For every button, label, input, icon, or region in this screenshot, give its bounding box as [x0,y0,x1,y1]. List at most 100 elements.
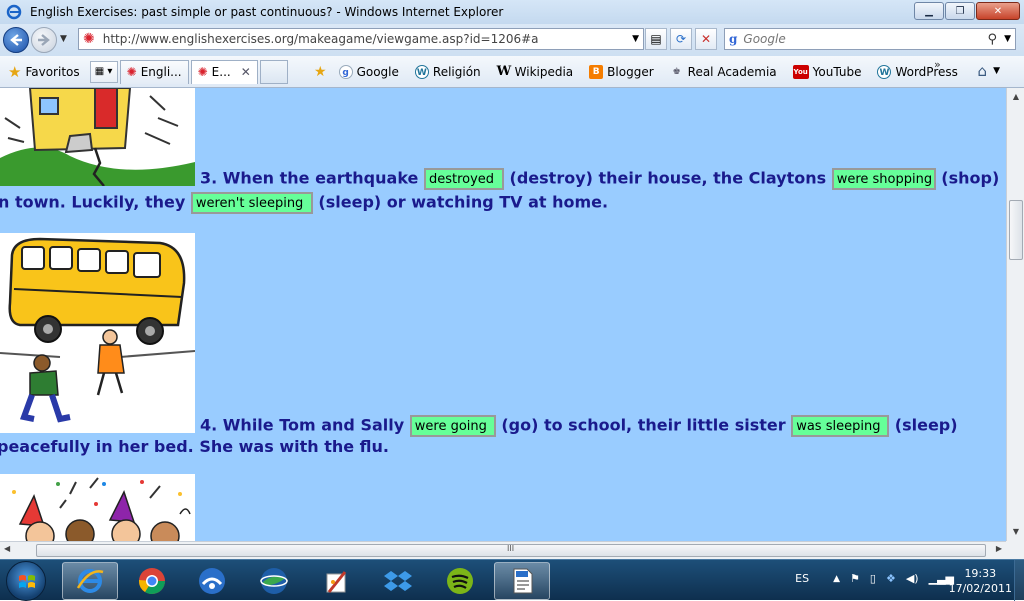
back-button[interactable] [3,27,29,53]
tab-engli[interactable]: ✺ Engli... [119,59,189,84]
school-bus-illustration [0,233,195,433]
language-indicator[interactable]: ES [795,572,809,585]
q3-mid1: (destroy) their house, the Claytons [509,168,827,188]
q3-line2-suffix: (sleep) or watching TV at home. [318,192,609,212]
fav-link-blogger[interactable]: B Blogger [585,61,657,83]
dropbox-icon [384,571,412,591]
fav-link-religion[interactable]: W Religión [411,61,485,83]
address-bar[interactable]: ✺ http://www.englishexercises.org/makeag… [78,28,644,50]
refresh-icon: ⟳ [675,32,687,46]
home-icon[interactable]: ⌂ [978,62,988,80]
compatibility-icon: ▤ [650,32,662,46]
q4-mid2: (sleep) [894,415,958,435]
site-favicon-icon: ✺ [126,65,137,79]
vertical-scroll-thumb[interactable] [1009,200,1023,260]
answer-field[interactable]: were shopping [831,168,936,190]
back-arrow-icon [10,34,22,46]
spotify-icon [447,568,473,594]
volume-icon[interactable]: ◀) [906,572,919,585]
home-dropdown-icon[interactable]: ▼ [993,66,1000,76]
openoffice-icon [199,568,225,594]
close-button[interactable]: ✕ [976,2,1020,20]
favorites-button[interactable]: ★ Favoritos [4,61,84,83]
question-4-line-1: 4. While Tom and Sally were going (go) t… [200,415,958,437]
question-3-line-1: 3. When the earthquake destroyed (destro… [200,168,999,190]
tab-active[interactable]: ✺ E... ✕ [190,59,258,84]
add-favorites-icon[interactable]: ★ [314,64,327,80]
fav-link-label: Google [356,65,399,79]
refresh-button[interactable]: ⟳ [670,28,692,50]
wordpress-icon: W [877,65,892,79]
fav-link-wikipedia[interactable]: W Wikipedia [493,61,578,83]
stop-button[interactable]: ✕ [695,28,717,50]
fav-link-youtube[interactable]: You YouTube [789,61,866,83]
quick-tabs-button[interactable]: ▦ ▾ [89,60,118,83]
fav-link-rae[interactable]: ♚ Real Academia [666,61,781,83]
search-box[interactable]: g ⚲ ▼ [724,28,1016,50]
taskbar-paint[interactable] [308,562,364,600]
taskbar-ie[interactable] [62,562,118,600]
favorites-label: Favoritos [25,64,80,79]
minimize-button[interactable]: ▁ [914,2,944,20]
site-favicon-icon: ✺ [83,31,95,47]
answer-field[interactable]: were going [409,415,496,437]
forward-button[interactable] [31,27,57,53]
taskbar-dropbox[interactable] [370,562,426,600]
site-favicon-icon: ✺ [197,65,208,79]
fav-link-wordpress[interactable]: W WordPress [873,61,961,83]
url-dropdown-icon[interactable]: ▼ [632,34,639,44]
dropbox-tray-icon[interactable]: ❖ [886,572,896,585]
favorites-links: ★ g Google W Religión W Wikipedia B Blogger … [314,56,962,88]
history-dropdown-icon[interactable]: ▼ [60,34,67,44]
scroll-down-icon[interactable]: ▼ [1009,525,1023,539]
party-illustration [0,474,195,541]
q3-mid2: (shop) [941,168,1000,188]
search-dropdown-icon[interactable]: ▼ [1004,34,1011,44]
compatibility-view-button[interactable]: ▤ [645,28,667,50]
taskbar-odf-document[interactable] [494,562,550,600]
battery-icon[interactable]: ▯ [870,572,876,585]
show-hidden-icons-icon[interactable]: ▲ [833,574,840,584]
wordpress-icon: W [414,65,429,79]
q4-line2: peacefully in her bed. She was with the … [0,437,389,456]
action-center-flag-icon[interactable]: ⚑ [850,572,860,585]
tab-label: E... [211,65,231,79]
windows-logo-icon [19,575,35,588]
command-bar: ⌂ ▼ [978,62,1000,80]
tab-close-icon[interactable]: ✕ [241,65,251,79]
wikipedia-icon: W [496,64,512,79]
scroll-up-icon[interactable]: ▲ [1009,90,1023,104]
taskbar-google-earth[interactable] [246,562,302,600]
answer-field[interactable]: destroyed [423,168,504,190]
horizontal-scrollbar[interactable]: ◀ III ▶ [0,541,1006,559]
fav-link-label: Real Academia [687,65,777,79]
new-tab-button[interactable] [259,59,288,84]
google-icon: g [338,65,353,79]
taskbar-spotify[interactable] [432,562,488,600]
more-favorites-icon[interactable]: » [934,58,941,71]
fav-link-label: Wikipedia [514,65,574,79]
youtube-icon: You [792,65,809,79]
maximize-button[interactable]: ❐ [945,2,975,20]
search-input[interactable] [743,32,984,46]
search-icon[interactable]: ⚲ [987,32,997,47]
taskbar: ES ▲ ⚑ ▯ ❖ ◀) ▁▃▅ 19:33 17/02/2011 [0,559,1024,601]
fav-link-google[interactable]: g Google [335,61,403,83]
taskbar-openoffice[interactable] [184,562,240,600]
start-button[interactable] [6,561,46,601]
grid-icon: ▦ ▾ [94,66,113,77]
answer-field[interactable]: weren't sleeping [190,192,313,214]
horizontal-scroll-thumb[interactable]: III [36,544,986,557]
q4-mid1: (go) to school, their little sister [501,415,786,435]
ie-icon [76,569,104,593]
answer-field[interactable]: was sleeping [791,415,890,437]
fav-link-label: WordPress [895,65,958,79]
vertical-scrollbar[interactable]: ▲ ▼ [1006,88,1024,541]
scroll-right-icon[interactable]: ▶ [996,544,1002,553]
taskbar-chrome[interactable] [124,562,180,600]
scroll-left-icon[interactable]: ◀ [4,544,10,553]
url-text[interactable]: http://www.englishexercises.org/makeagam… [103,32,539,46]
clock[interactable]: 19:33 17/02/2011 [949,566,1012,596]
show-desktop-button[interactable] [1014,560,1024,601]
window-title: English Exercises: past simple or past c… [30,5,504,19]
